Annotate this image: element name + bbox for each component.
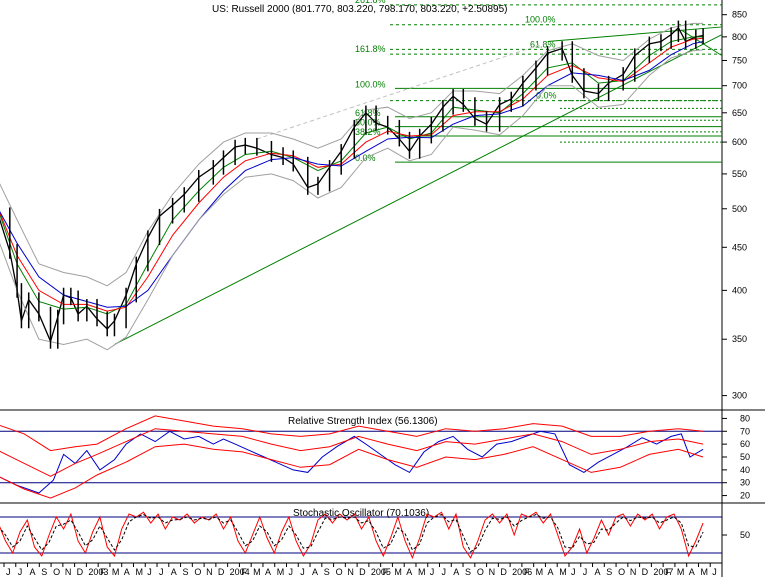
x-tick-label: O [53, 567, 60, 577]
price-y-tick-label: 600 [732, 137, 747, 147]
x-tick-label: A [689, 567, 695, 577]
x-tick-label: S [41, 567, 47, 577]
price-y-tick-label: 450 [732, 242, 747, 252]
price-y-tick-label: 850 [732, 10, 747, 20]
x-tick-label: J [712, 567, 717, 577]
x-tick-label: M [677, 567, 685, 577]
x-tick-label: N [65, 567, 72, 577]
stoch-y-tick-label: 50 [740, 530, 750, 540]
x-tick-label: F [241, 567, 247, 577]
price-y-tick-label: 650 [732, 108, 747, 118]
stochastic-chart-title: Stochastic Oscillator (70.1036) [293, 508, 429, 519]
x-tick-label: M [700, 567, 708, 577]
x-tick-label: J [6, 567, 11, 577]
x-tick-label: M [277, 567, 285, 577]
x-tick-label: A [171, 567, 177, 577]
fib-upper-level-label: 100.0% [525, 15, 556, 25]
fib-upper-level-label: 161.8% [355, 44, 386, 54]
rsi-y-tick-label: 50 [740, 452, 750, 462]
rsi-y-tick-label: 80 [740, 413, 750, 423]
x-tick-label: O [618, 567, 625, 577]
x-tick-label: J [147, 567, 152, 577]
x-tick-label: O [194, 567, 201, 577]
x-tick-label: D [77, 567, 84, 577]
x-tick-label: M [253, 567, 261, 577]
x-tick-label: J [300, 567, 305, 577]
x-tick-label: M [536, 567, 544, 577]
x-tick-label: F [383, 567, 389, 577]
x-tick-label: F [524, 567, 530, 577]
price-y-tick-label: 400 [732, 285, 747, 295]
x-tick-label: D [500, 567, 507, 577]
x-tick-label: S [324, 567, 330, 577]
rsi-y-tick-label: 60 [740, 439, 750, 449]
price-chart-title: US: Russell 2000 (801.770, 803.220, 798.… [212, 4, 508, 15]
x-tick-label: J [430, 567, 435, 577]
x-tick-label: S [183, 567, 189, 577]
x-tick-label: D [218, 567, 225, 577]
x-tick-label: A [406, 567, 412, 577]
x-tick-label: M [112, 567, 120, 577]
rsi-y-tick-label: 40 [740, 465, 750, 475]
x-tick-label: J [159, 567, 164, 577]
price-y-tick-label: 700 [732, 81, 747, 91]
x-tick-label: O [477, 567, 484, 577]
x-tick-label: A [265, 567, 271, 577]
rsi-chart-title: Relative Strength Index (56.1306) [288, 416, 438, 427]
x-tick-label: J [18, 567, 23, 577]
x-tick-label: A [312, 567, 318, 577]
x-tick-label: A [30, 567, 36, 577]
fib-lower-level-label: 100.0% [355, 79, 386, 89]
chart: 300350400450500550600650700750800850261.… [0, 0, 765, 577]
x-tick-label: S [465, 567, 471, 577]
x-tick-label: A [453, 567, 459, 577]
rsi-y-tick-label: 30 [740, 478, 750, 488]
x-tick-label: M [135, 567, 143, 577]
x-tick-label: J [442, 567, 447, 577]
price-y-tick-label: 800 [732, 32, 747, 42]
x-tick-label: O [336, 567, 343, 577]
x-tick-label: N [630, 567, 637, 577]
price-y-tick-label: 500 [732, 204, 747, 214]
rsi-y-tick-label: 20 [740, 491, 750, 501]
x-tick-label: S [606, 567, 612, 577]
x-tick-label: F [100, 567, 106, 577]
price-y-tick-label: 350 [732, 334, 747, 344]
x-tick-label: D [642, 567, 649, 577]
x-tick-label: N [347, 567, 354, 577]
x-tick-label: A [595, 567, 601, 577]
x-tick-label: J [288, 567, 293, 577]
x-tick-label: F [665, 567, 671, 577]
x-tick-label: D [359, 567, 366, 577]
x-tick-label: J [583, 567, 588, 577]
x-tick-label: M [418, 567, 426, 577]
price-y-tick-label: 550 [732, 169, 747, 179]
rsi-y-tick-label: 70 [740, 426, 750, 436]
x-tick-label: M [394, 567, 402, 577]
x-tick-label: M [559, 567, 567, 577]
x-tick-label: A [124, 567, 130, 577]
price-y-tick-label: 750 [732, 55, 747, 65]
x-tick-label: N [489, 567, 496, 577]
x-tick-label: J [571, 567, 576, 577]
price-y-tick-label: 300 [732, 391, 747, 401]
x-tick-label: N [206, 567, 213, 577]
x-tick-label: A [547, 567, 553, 577]
